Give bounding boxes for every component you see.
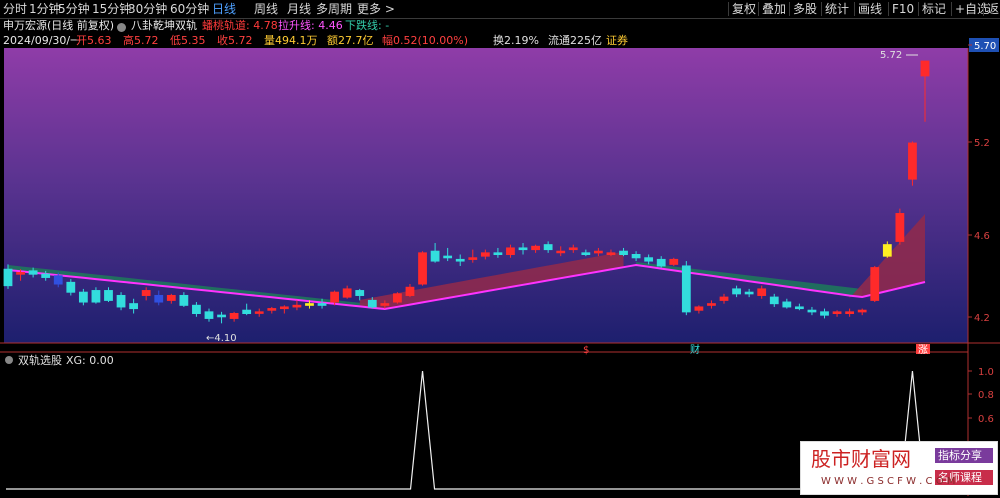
candle-body (380, 303, 390, 306)
candle-body (330, 291, 339, 303)
candle-body (480, 252, 490, 257)
candle-body (681, 265, 691, 313)
candle-body (518, 247, 528, 251)
watermark-logo: 股市财富网 指标分享 名师课程 W W W . G S C F W . C O … (800, 441, 998, 495)
candle-body (531, 245, 540, 251)
candle-body (179, 294, 189, 306)
price-axis-label-0: 5.70 (974, 41, 996, 52)
candle-body (16, 272, 25, 275)
candle-body (129, 303, 139, 310)
candle-body (493, 252, 503, 256)
candle-body (204, 311, 214, 319)
sub-chart-value: XG: 0.00 (66, 354, 114, 367)
candle-body (28, 270, 38, 275)
candle-body (882, 244, 892, 257)
candle-body (443, 255, 453, 259)
chart-background (4, 48, 968, 343)
candle-body (857, 309, 867, 313)
candle-body (254, 311, 264, 314)
sub-settings-icon (5, 356, 13, 364)
candle-body (707, 303, 716, 306)
candle-body (794, 306, 804, 310)
high-price-label: 5.72 (880, 50, 902, 61)
candle-body (78, 291, 88, 303)
candle-body (920, 60, 930, 77)
candle-body (116, 294, 126, 308)
candle-body (317, 303, 327, 306)
sub-axis-label-1: 0.8 (978, 390, 994, 401)
candle-body (305, 303, 314, 306)
candle-body (342, 288, 352, 298)
candle-body (594, 250, 603, 254)
sub-axis-label-0: 1.0 (978, 367, 994, 378)
candle-body (279, 306, 289, 310)
candle-body (845, 311, 855, 315)
candle-body (732, 288, 741, 295)
candle-body (242, 309, 252, 315)
candle-body (606, 252, 616, 256)
candle-body (543, 244, 553, 251)
candle-body (104, 290, 113, 301)
candle-body (757, 288, 767, 296)
candle-body (769, 296, 779, 305)
candle-body (41, 273, 51, 278)
event-marker-0: $ (583, 345, 589, 356)
candle-body (644, 257, 654, 262)
candle-body (229, 313, 239, 319)
candle-body (832, 311, 842, 315)
candle-body (3, 268, 13, 287)
candle-body (217, 314, 226, 318)
candle-body (581, 252, 591, 256)
candle-body (267, 308, 277, 311)
candle-body (820, 311, 829, 316)
candle-body (455, 258, 465, 262)
kline-chart[interactable]: 5.70 5.2 4.6 4.2 5.72 ←4.10 $ 财 涨双轨选股 XG: 0.00 1.0… (0, 0, 1000, 496)
candle-body (53, 275, 63, 285)
candle-body (418, 252, 427, 285)
candle-body (669, 258, 679, 265)
svg-text:股市财富网: 股市财富网 (811, 448, 911, 471)
price-axis-label-1: 5.2 (974, 138, 990, 149)
candle-body (568, 247, 578, 251)
candle-body (870, 267, 880, 301)
candle-body (91, 290, 101, 303)
candle-body (154, 294, 164, 303)
candle-body (192, 304, 201, 314)
candle-body (908, 142, 917, 180)
candle-body (744, 291, 754, 295)
sub-axis-label-2: 0.6 (978, 414, 994, 425)
candle-body (807, 309, 817, 313)
candle-body (166, 294, 176, 301)
candle-body (430, 250, 440, 262)
candle-body (468, 257, 478, 260)
candle-body (393, 293, 402, 303)
candle-body (782, 301, 792, 308)
event-marker-1: 财 (690, 343, 700, 356)
low-price-label: ←4.10 (206, 333, 237, 344)
candle-body (619, 250, 628, 256)
price-axis-label-3: 4.2 (974, 313, 990, 324)
candle-body (719, 296, 729, 301)
candle-body (141, 290, 151, 296)
svg-text:指标分享: 指标分享 (938, 448, 982, 462)
candle-body (506, 247, 515, 255)
candle-body (367, 299, 377, 308)
candle-body (556, 250, 566, 254)
candle-body (66, 281, 76, 293)
candle-body (631, 254, 641, 259)
price-axis-label-2: 4.6 (974, 231, 990, 242)
sub-chart-title: 双轨选股 (18, 353, 62, 367)
svg-text:W W W . G S C F W . C O M: W W W . G S C F W . C O M (821, 476, 955, 487)
candle-body (405, 286, 415, 296)
candle-body (355, 290, 365, 296)
event-marker-2: 涨 (918, 344, 928, 356)
candle-body (895, 213, 905, 242)
candle-body (694, 306, 704, 311)
candle-body (656, 258, 666, 267)
candle-body (292, 304, 302, 308)
